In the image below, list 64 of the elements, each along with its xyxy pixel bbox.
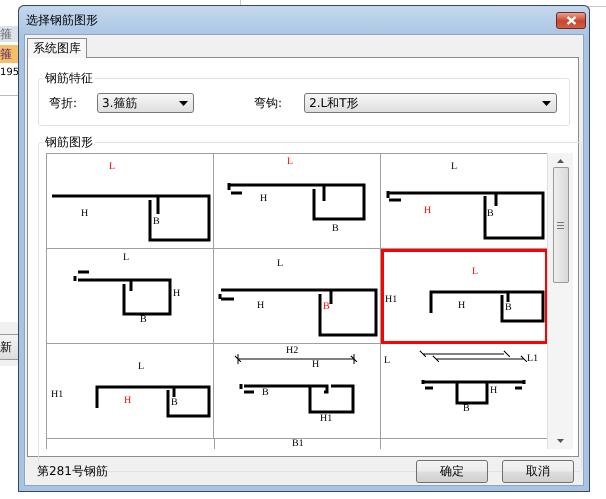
scroll-thumb[interactable]	[552, 167, 568, 283]
column-header: 箍	[0, 26, 18, 42]
dimension-label: L	[277, 259, 284, 269]
close-icon	[566, 16, 576, 24]
dimension-label: H	[124, 396, 132, 406]
field-label: 弯折:	[49, 94, 78, 112]
dimension-label: B	[332, 224, 339, 234]
shape-tile[interactable]: B1	[214, 439, 381, 449]
dimension-label: H	[312, 360, 320, 370]
dimension-label: B	[463, 404, 470, 414]
dimension-label: H	[490, 386, 498, 396]
shape-tile[interactable]: L H B	[214, 249, 381, 344]
field-label: 弯钩:	[254, 94, 282, 112]
dimension-label: H1	[320, 414, 332, 424]
table-cell: 箍	[0, 45, 18, 63]
hook-dropdown[interactable]: 2.L和T形	[304, 93, 558, 113]
dialog-button[interactable]: 确定	[416, 460, 488, 482]
dimension-label: B	[487, 209, 494, 219]
dialog-button[interactable]: 取消	[502, 460, 574, 482]
dimension-label: B1	[292, 439, 304, 449]
dimension-label: H1	[385, 295, 398, 305]
dimension-label: H	[257, 301, 264, 311]
dimension-label: B	[140, 315, 147, 325]
shape-tile[interactable]: L H B	[47, 249, 214, 344]
dimension-label: L	[109, 162, 116, 172]
bend-dropdown[interactable]: 3.箍筋	[97, 93, 194, 113]
dimension-label: H	[458, 301, 466, 311]
dimension-label: L	[287, 157, 294, 167]
shape-tile[interactable]: H2 H B H1	[214, 344, 381, 439]
dimension-label: L	[451, 162, 458, 172]
group-title: 钢筋特征	[44, 70, 94, 87]
shape-tile[interactable]: L H1 H B	[47, 344, 214, 439]
dimension-label: B	[262, 388, 269, 398]
dimension-label: B	[323, 302, 330, 312]
caret-icon	[542, 100, 552, 106]
dimension-label: H	[81, 209, 88, 219]
dimension-label: B	[171, 398, 178, 408]
dimension-label: H2	[286, 346, 298, 356]
table-cell: 195	[0, 67, 20, 78]
close-button[interactable]	[556, 12, 586, 28]
shape-tile[interactable]: L H B	[214, 154, 381, 249]
dimension-label: L	[472, 267, 478, 277]
scrollbar[interactable]	[547, 153, 573, 449]
window-title: 选择钢筋图形	[25, 12, 98, 28]
grip-icon	[557, 222, 564, 228]
status-text: 第281号钢筋	[37, 462, 109, 480]
dimension-label: L	[123, 253, 130, 263]
dimension-label: L	[138, 362, 144, 372]
dimension-label: L	[384, 356, 390, 366]
dimension-label: H1	[51, 390, 64, 400]
shape-tile[interactable]: L H1 H B	[381, 249, 547, 344]
dimension-label: L1	[527, 354, 538, 364]
tab[interactable]: 系统图库	[27, 38, 87, 58]
dimension-label: H	[173, 289, 180, 299]
up-arrow-icon[interactable]	[557, 159, 564, 163]
new-button[interactable]: 新	[0, 334, 19, 360]
shape-tile[interactable]: L H B	[47, 154, 214, 249]
dimension-label: B	[505, 303, 512, 313]
dimension-label: H	[424, 206, 432, 216]
dimension-label: H	[260, 194, 268, 204]
dimension-label: B	[153, 217, 160, 227]
down-arrow-icon[interactable]	[557, 439, 564, 443]
caret-icon	[179, 100, 188, 106]
group-title: 钢筋图形	[44, 134, 94, 151]
